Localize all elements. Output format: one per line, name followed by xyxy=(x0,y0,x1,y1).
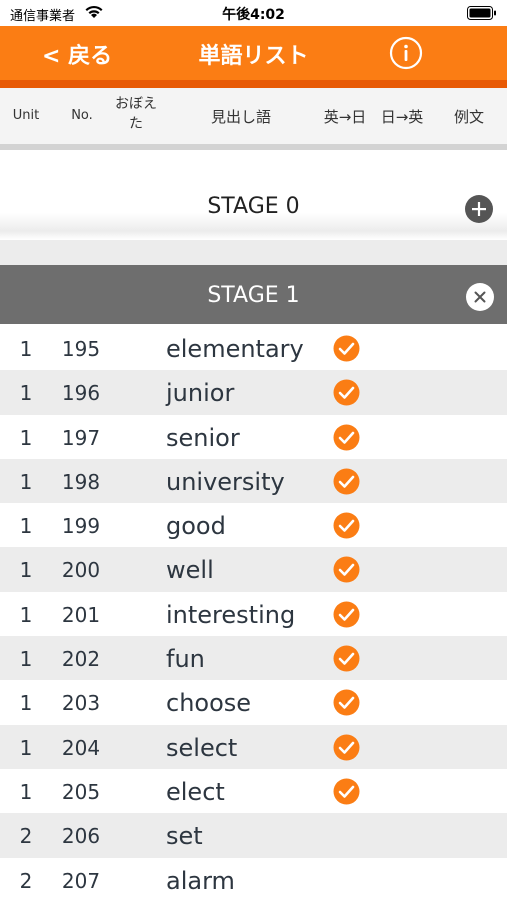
stage-1-label: STAGE 1 xyxy=(207,283,300,308)
word-number: 197 xyxy=(61,425,101,450)
list-item[interactable]: 1 197 senior xyxy=(0,415,507,459)
word-number: 195 xyxy=(61,337,101,361)
word-unit: 2 xyxy=(19,824,33,849)
word-headword: set xyxy=(166,822,203,851)
word-unit: 1 xyxy=(19,514,33,539)
word-headword: junior xyxy=(166,379,235,408)
word-unit: 1 xyxy=(19,469,33,494)
header-headword: 見出し語 xyxy=(210,108,271,126)
word-headword: university xyxy=(166,467,285,496)
word-headword: fun xyxy=(166,645,205,674)
stage-0-section: STAGE 0 xyxy=(0,150,507,240)
stage-1-header: STAGE 1 xyxy=(0,265,507,324)
info-icon[interactable] xyxy=(389,36,423,70)
list-item[interactable]: 1 202 fun xyxy=(0,636,507,681)
section-gap xyxy=(0,240,507,265)
list-item[interactable]: 1 198 university xyxy=(0,458,507,504)
word-number: 204 xyxy=(61,735,101,760)
navigation-bar: < 戻る 単語リスト xyxy=(0,26,507,80)
word-unit: 1 xyxy=(19,558,33,583)
list-item[interactable]: 1 200 well xyxy=(0,547,507,592)
word-unit: 2 xyxy=(19,868,33,893)
check-circle-icon[interactable] xyxy=(333,556,360,583)
check-circle-icon[interactable] xyxy=(333,468,360,495)
header-unit: Unit xyxy=(12,108,40,123)
word-number: 203 xyxy=(61,691,101,716)
word-unit: 1 xyxy=(19,779,33,804)
list-item[interactable]: 2 206 set xyxy=(0,813,507,858)
list-item[interactable]: 1 204 select xyxy=(0,724,507,769)
header-memorized-line2: た xyxy=(129,116,143,132)
word-headword: elect xyxy=(166,777,225,806)
word-headword: select xyxy=(166,733,238,762)
check-circle-icon[interactable] xyxy=(333,335,360,362)
word-unit: 1 xyxy=(19,602,33,627)
page-title: 単語リスト xyxy=(198,44,309,69)
column-header: Unit No. おぼえ た 見出し語 英→日 日→英 例文 xyxy=(0,88,507,144)
word-headword: elementary xyxy=(166,335,304,363)
word-number: 200 xyxy=(61,558,101,583)
close-circle-icon[interactable] xyxy=(465,282,495,312)
word-headword: interesting xyxy=(166,600,296,629)
word-number: 201 xyxy=(61,602,101,627)
check-circle-icon[interactable] xyxy=(333,689,360,716)
word-list: 1 195 elementary 1 196 junior 1 197 senior 1 198 un… xyxy=(0,326,507,902)
header-memorized-line1: おぼえ xyxy=(115,96,157,112)
word-unit: 1 xyxy=(19,691,33,716)
word-unit: 1 xyxy=(19,735,33,760)
list-item[interactable]: 1 203 choose xyxy=(0,680,507,724)
check-circle-icon[interactable] xyxy=(333,424,360,451)
word-headword: alarm xyxy=(166,866,235,895)
word-unit: 1 xyxy=(19,337,33,361)
word-number: 202 xyxy=(61,647,101,672)
header-en-to-ja: 英→日 xyxy=(323,108,367,126)
list-item[interactable]: 1 199 good xyxy=(0,503,507,547)
check-circle-icon[interactable] xyxy=(333,645,360,672)
header-memorized: おぼえ た xyxy=(108,94,164,134)
list-item[interactable]: 1 195 elementary xyxy=(0,326,507,370)
word-number: 198 xyxy=(61,469,101,494)
list-item[interactable]: 1 196 junior xyxy=(0,370,507,415)
word-number: 199 xyxy=(61,514,101,539)
word-headword: good xyxy=(166,512,226,541)
list-item[interactable]: 1 205 elect xyxy=(0,769,507,813)
word-unit: 1 xyxy=(19,647,33,672)
list-item[interactable]: 2 207 alarm xyxy=(0,858,507,902)
list-item[interactable]: 1 201 interesting xyxy=(0,592,507,636)
word-headword: senior xyxy=(166,423,240,452)
word-number: 206 xyxy=(61,824,101,849)
header-ja-to-en: 日→英 xyxy=(380,108,424,126)
word-unit: 1 xyxy=(19,381,33,406)
nav-divider xyxy=(0,80,507,88)
plus-circle-icon[interactable] xyxy=(464,194,494,224)
header-no: No. xyxy=(71,108,93,123)
check-circle-icon[interactable] xyxy=(333,778,360,805)
word-headword: well xyxy=(166,556,214,585)
word-number: 196 xyxy=(61,381,101,406)
check-circle-icon[interactable] xyxy=(333,601,360,628)
battery-icon xyxy=(467,6,496,20)
word-number: 207 xyxy=(61,868,101,893)
stage-0-label: STAGE 0 xyxy=(207,194,300,219)
header-example: 例文 xyxy=(453,108,484,126)
check-circle-icon[interactable] xyxy=(333,512,360,539)
status-time: 午後4:02 xyxy=(222,7,285,23)
word-number: 205 xyxy=(61,779,101,804)
check-circle-icon[interactable] xyxy=(333,734,360,761)
word-unit: 1 xyxy=(19,425,33,450)
word-headword: choose xyxy=(166,689,252,718)
check-circle-icon[interactable] xyxy=(333,379,360,406)
status-bar: 通信事業者 午後4:02 xyxy=(0,0,507,26)
